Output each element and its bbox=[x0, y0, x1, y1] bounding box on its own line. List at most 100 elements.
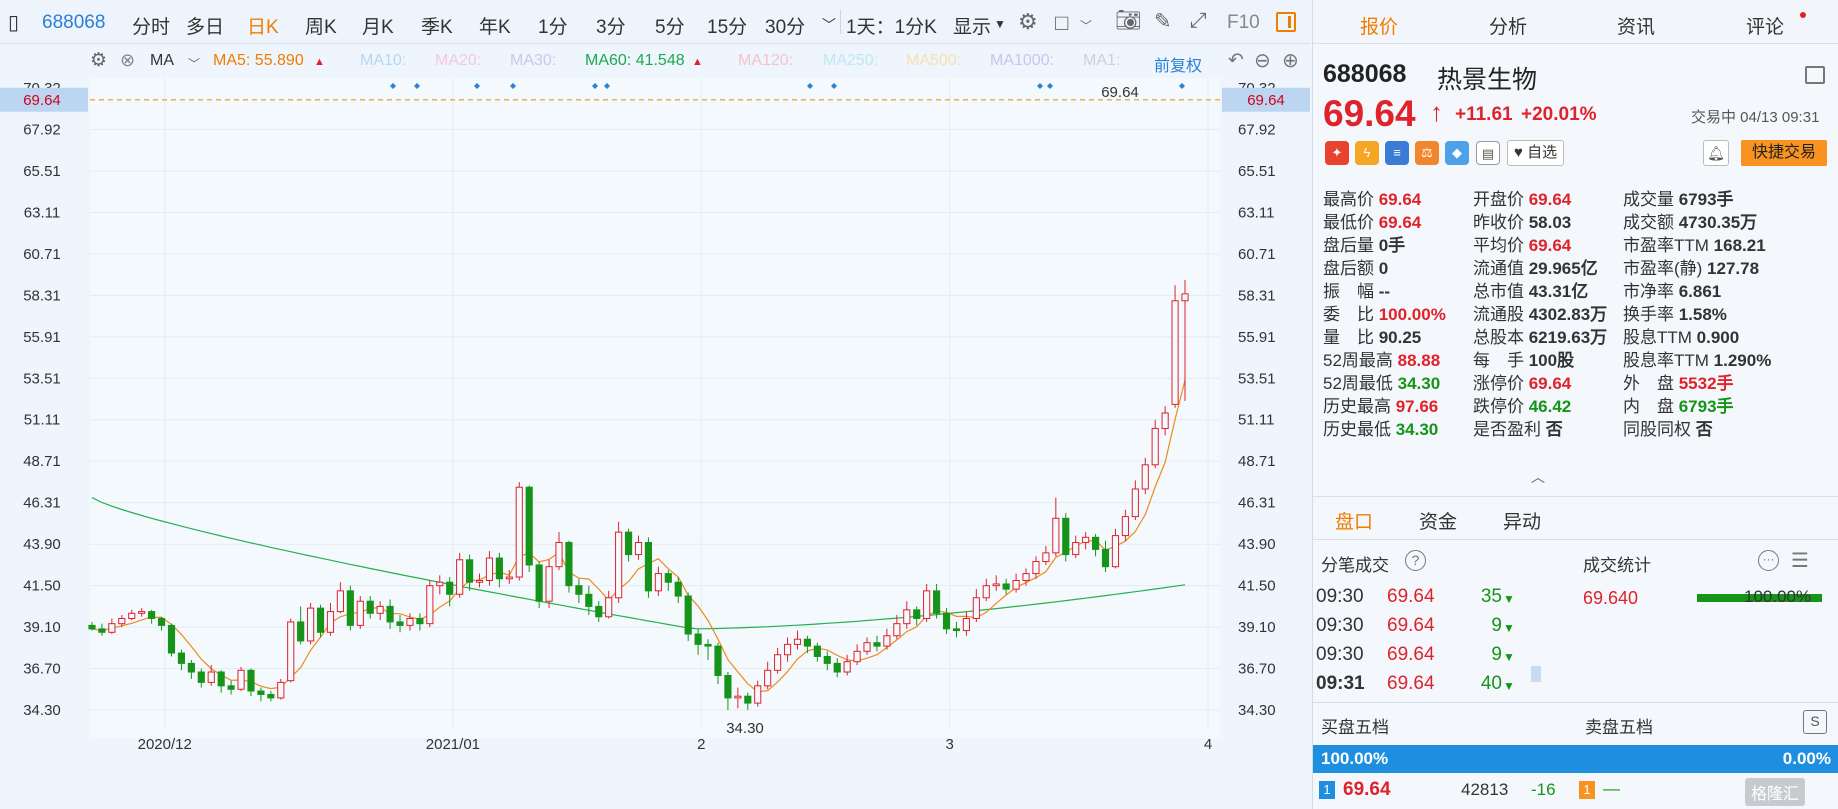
tab-1min[interactable]: 1分 bbox=[538, 12, 568, 39]
candle-body bbox=[167, 624, 176, 654]
quote-field-value: 6.861 bbox=[1674, 282, 1722, 301]
tab-analysis[interactable]: 分析 bbox=[1489, 12, 1527, 39]
close-circle-icon[interactable]: ⊗ bbox=[120, 50, 135, 71]
tab-multiday[interactable]: 多日 bbox=[186, 12, 224, 39]
stock-code: 688068 bbox=[42, 12, 106, 33]
sell1-index: 1 bbox=[1579, 781, 1595, 799]
zoom-out-icon[interactable]: ⊖ bbox=[1254, 48, 1271, 73]
chevron-down-icon[interactable]: ﹀ bbox=[1080, 17, 1092, 34]
quote-field-value: 6793手 bbox=[1674, 190, 1734, 209]
tick-time: 09:30 bbox=[1316, 644, 1364, 665]
collapse-chevron-icon[interactable]: ︿ bbox=[1531, 467, 1545, 487]
candle-body bbox=[654, 573, 662, 592]
fullscreen-icon[interactable]: ⤢ bbox=[1190, 9, 1207, 33]
candle-body bbox=[734, 695, 742, 699]
quote-field-value: -- bbox=[1374, 282, 1391, 301]
watchlist-button[interactable]: ♥ 自选 bbox=[1507, 140, 1565, 166]
adjust-button[interactable]: 前复权 bbox=[1154, 52, 1202, 76]
tab-news[interactable]: 资讯 bbox=[1617, 12, 1655, 39]
tab-5min[interactable]: 5分 bbox=[655, 12, 685, 39]
tab-3min[interactable]: 3分 bbox=[596, 12, 626, 39]
quote-field-label: 历史最低 bbox=[1323, 420, 1391, 439]
tab-quarterly-k[interactable]: 季K bbox=[421, 12, 453, 39]
quote-field-label: 成交量 bbox=[1623, 190, 1674, 209]
ma5-value: MA5: 55.890 bbox=[213, 52, 304, 69]
tab-30min[interactable]: 30分 bbox=[765, 12, 805, 39]
candle-body bbox=[1042, 552, 1050, 563]
star-flag-icon[interactable]: ✦ bbox=[1325, 141, 1349, 165]
chevron-down-icon[interactable]: ﹀ bbox=[822, 15, 836, 35]
right-tab-bar: 报价 分析 资讯 评论 bbox=[1313, 0, 1838, 44]
candle-body bbox=[714, 645, 722, 676]
y-tick-label: 53.51 bbox=[1238, 370, 1276, 387]
quote-field: 跌停价 46.42 bbox=[1473, 392, 1571, 417]
quote-field: 盘后量 0手 bbox=[1323, 231, 1405, 256]
kline-svg[interactable]: 70.3270.3267.9267.9265.5165.5163.1163.11… bbox=[0, 78, 1310, 780]
gear-icon[interactable]: ⚙ bbox=[90, 49, 107, 72]
tab-monthly-k[interactable]: 月K bbox=[362, 12, 394, 39]
square-icon[interactable]: □ bbox=[1055, 10, 1068, 36]
database-icon[interactable]: ≡ bbox=[1385, 141, 1409, 165]
candle-body bbox=[118, 617, 126, 625]
tab-daily-k[interactable]: 日K bbox=[247, 12, 279, 39]
tab-movements[interactable]: 异动 bbox=[1503, 507, 1541, 534]
tick-price: 69.64 bbox=[1387, 673, 1435, 694]
tag-icon[interactable]: ◆ bbox=[1445, 141, 1469, 165]
quote-field-label: 涨停价 bbox=[1473, 374, 1524, 393]
sidebar-toggle-icon[interactable]: ▯ bbox=[8, 10, 19, 35]
more-icon[interactable]: ··· bbox=[1758, 550, 1779, 571]
candle-body bbox=[535, 564, 543, 602]
pencil-icon[interactable]: ✎ bbox=[1154, 9, 1172, 34]
tab-order-book[interactable]: 盘口 bbox=[1335, 507, 1373, 534]
quote-field-value: 4730.35万 bbox=[1674, 213, 1758, 232]
list-icon[interactable]: ☰ bbox=[1791, 548, 1809, 573]
candle-body bbox=[148, 611, 156, 619]
low-annotation: 34.30 bbox=[726, 720, 764, 737]
s-icon[interactable]: S bbox=[1803, 710, 1827, 734]
sidebar-panel-icon[interactable] bbox=[1805, 66, 1825, 84]
quote-field-value: 5532手 bbox=[1674, 374, 1734, 393]
help-icon[interactable]: ? bbox=[1405, 550, 1426, 571]
candle-body bbox=[1002, 583, 1010, 590]
quote-field: 最低价 69.64 bbox=[1323, 208, 1421, 233]
tab-quote[interactable]: 报价 bbox=[1360, 12, 1398, 39]
quote-field: 市盈率TTM 168.21 bbox=[1623, 231, 1766, 256]
tab-comments[interactable]: 评论 bbox=[1746, 12, 1784, 39]
bell-icon[interactable]: 🔔︎ bbox=[1703, 140, 1729, 166]
tab-weekly-k[interactable]: 周K bbox=[305, 12, 337, 39]
up-triangle-icon: ▲ bbox=[692, 56, 703, 68]
candle-body bbox=[515, 486, 523, 578]
zoom-in-icon[interactable]: ⊕ bbox=[1282, 48, 1299, 73]
tab-funds[interactable]: 资金 bbox=[1419, 507, 1457, 534]
tab-timeshare[interactable]: 分时 bbox=[132, 12, 170, 39]
caret-down-icon[interactable]: ▼ bbox=[994, 17, 1006, 31]
tab-yearly-k[interactable]: 年K bbox=[479, 12, 511, 39]
scale-icon[interactable]: ⚖ bbox=[1415, 141, 1439, 165]
f10-button[interactable]: F10 bbox=[1227, 12, 1260, 34]
ma1x-value: MA1: bbox=[1083, 52, 1121, 69]
y-tick-label: 63.11 bbox=[24, 205, 60, 222]
candle-body bbox=[1101, 548, 1110, 568]
lightning-icon[interactable]: ϟ bbox=[1355, 141, 1379, 165]
display-menu[interactable]: 显示 bbox=[953, 12, 991, 39]
candle-body bbox=[108, 623, 116, 633]
undo-icon[interactable]: ↶ bbox=[1228, 49, 1244, 72]
period-select[interactable]: 1天：1分K bbox=[846, 12, 937, 39]
quote-field-label: 流通值 bbox=[1473, 259, 1524, 278]
quick-trade-button[interactable]: 快捷交易 bbox=[1741, 140, 1827, 166]
candle-body bbox=[247, 669, 255, 692]
panel-toggle-icon[interactable] bbox=[1276, 12, 1296, 32]
ma-select[interactable]: MA bbox=[150, 52, 174, 70]
document-icon[interactable]: ▤ bbox=[1476, 141, 1500, 165]
quote-panel: 报价 分析 资讯 评论 688068 热景生物 69.64 ↑ +11.61 +… bbox=[1312, 0, 1838, 809]
candle-body bbox=[1161, 412, 1169, 430]
camera-icon[interactable]: 📷︎ bbox=[1115, 9, 1142, 33]
candle-body bbox=[177, 652, 186, 664]
quote-field-label: 委 比 bbox=[1323, 305, 1374, 324]
chevron-down-icon[interactable]: ﹀ bbox=[188, 55, 200, 72]
scroll-indicator[interactable] bbox=[1531, 666, 1541, 682]
tab-15min[interactable]: 15分 bbox=[707, 12, 747, 39]
gear-icon[interactable]: ⚙ bbox=[1018, 9, 1038, 35]
candle-body bbox=[565, 542, 573, 587]
kline-chart[interactable]: 70.3270.3267.9267.9265.5165.5163.1163.11… bbox=[0, 78, 1310, 780]
